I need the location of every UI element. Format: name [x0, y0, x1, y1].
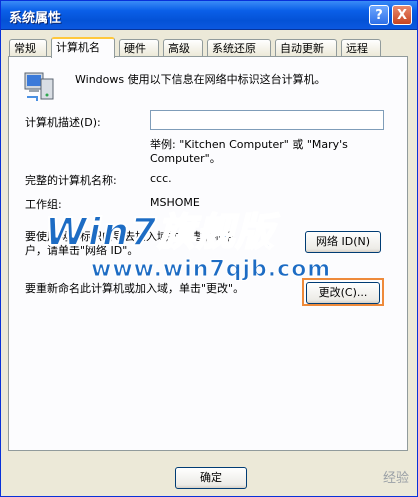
tab-remote[interactable]: 远程 — [341, 39, 381, 56]
full-computer-name-label: 完整的计算机名称: — [25, 174, 117, 187]
tab-advanced[interactable]: 高级 — [163, 39, 203, 56]
rename-description: 要重新命名此计算机或加入域，单击"更改"。 — [25, 282, 245, 295]
title-bar[interactable]: 系统属性 ? X — [1, 1, 417, 30]
full-computer-name-value: ccc. — [150, 172, 172, 185]
system-properties-window: 系统属性 ? X 常规 计算机名 硬件 高级 系统还原 自动更新 远程 Wind… — [0, 0, 418, 497]
computer-description-label: 计算机描述(D): — [25, 116, 101, 129]
ok-button[interactable]: 确定 — [175, 467, 247, 489]
watermark-title: Win7旗舰版 — [44, 209, 275, 255]
description-example-text: 举例: "Kitchen Computer" 或 "Mary's Compute… — [150, 138, 348, 165]
intro-text: Windows 使用以下信息在网络中标识这台计算机。 — [75, 73, 326, 86]
window-title: 系统属性 — [9, 11, 62, 26]
tab-general[interactable]: 常规 — [9, 39, 47, 56]
tab-system-restore[interactable]: 系统还原 — [207, 39, 271, 56]
close-button[interactable]: X — [392, 5, 412, 25]
change-button[interactable]: 更改(C)... — [306, 282, 380, 304]
watermark-credit: 经验 — [382, 471, 409, 486]
watermark-url: www.win7qjb.com — [90, 257, 332, 283]
tab-computer-name[interactable]: 计算机名 — [51, 37, 115, 58]
network-id-button[interactable]: 网络 ID(N) — [305, 231, 381, 253]
computer-description-input[interactable] — [150, 110, 384, 130]
tab-hardware[interactable]: 硬件 — [119, 39, 159, 56]
tab-automatic-updates[interactable]: 自动更新 — [275, 39, 337, 56]
computer-network-icon — [24, 72, 54, 101]
help-button[interactable]: ? — [369, 5, 389, 25]
